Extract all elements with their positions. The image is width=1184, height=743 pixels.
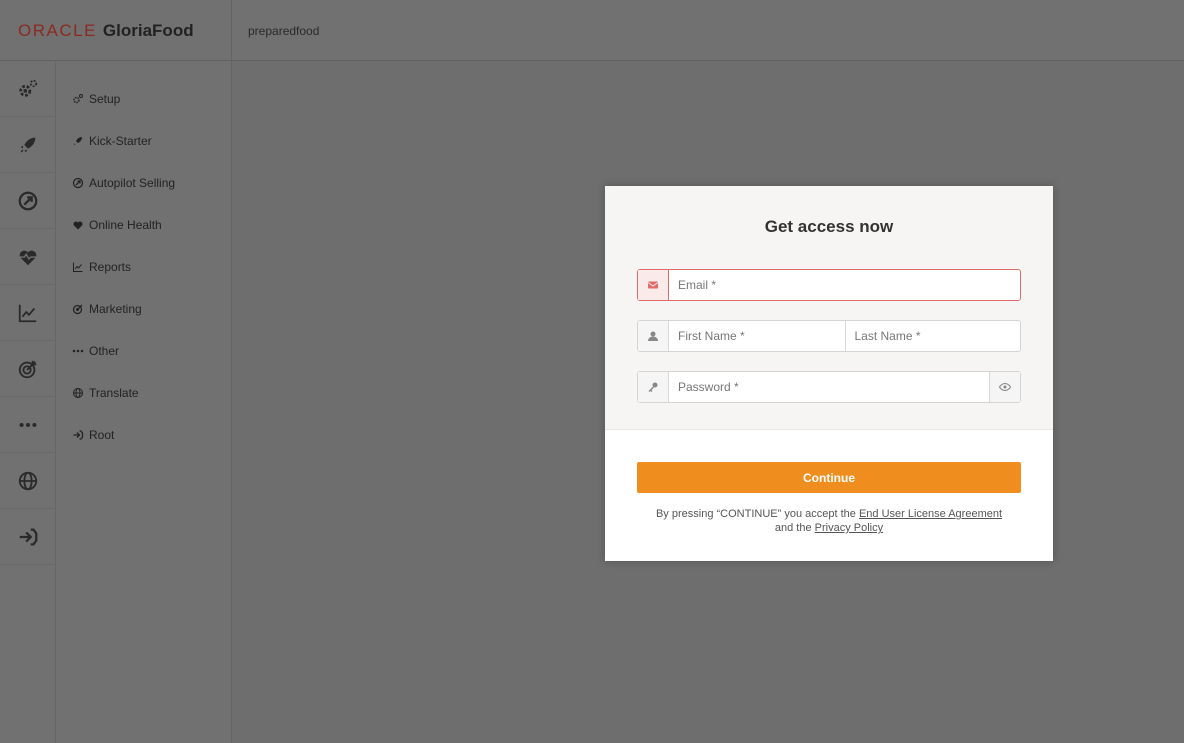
rail-item-autopilot[interactable]	[0, 173, 56, 229]
target-icon	[72, 304, 83, 315]
globe-icon	[18, 471, 38, 490]
sidebar-item-marketing[interactable]: Marketing	[56, 288, 231, 330]
sidebar-item-label: Marketing	[89, 302, 142, 316]
user-icon	[638, 321, 669, 351]
heart-pulse-icon	[19, 250, 37, 265]
sidebar-item-root[interactable]: Root	[56, 414, 231, 456]
legal-prefix: By pressing “CONTINUE” you accept the	[655, 508, 859, 520]
email-field-group	[637, 269, 1021, 301]
password-field-group	[637, 371, 1021, 403]
key-icon	[638, 372, 669, 402]
rail-item-translate[interactable]	[0, 453, 56, 509]
top-header: ORACLE GloriaFood preparedfood	[0, 0, 1184, 61]
sidebar-item-label: Translate	[89, 386, 139, 400]
rail-item-kick-starter[interactable]	[0, 117, 56, 173]
rail-item-online-health[interactable]	[0, 229, 56, 285]
sidebar-item-label: Kick-Starter	[89, 134, 152, 148]
brand-logo[interactable]: ORACLE GloriaFood	[0, 0, 232, 61]
rail-item-other[interactable]	[0, 397, 56, 453]
sidebar-item-label: Other	[89, 344, 120, 358]
autopilot-icon	[72, 177, 84, 189]
name-inputs	[669, 321, 1020, 351]
sidebar-item-reports[interactable]: Reports	[56, 246, 231, 288]
rocket-icon	[20, 137, 36, 152]
target-icon	[18, 360, 37, 378]
last-name-input[interactable]	[844, 321, 1020, 351]
envelope-icon	[638, 270, 669, 300]
password-input[interactable]	[669, 372, 989, 402]
sidebar-item-label: Reports	[89, 260, 132, 274]
sidebar-item-translate[interactable]: Translate	[56, 372, 231, 414]
globe-icon	[73, 388, 83, 398]
modal-title: Get access now	[764, 217, 894, 236]
rail-item-marketing[interactable]	[0, 341, 56, 397]
continue-button[interactable]: Continue	[637, 462, 1021, 493]
sidebar-item-other[interactable]: Other	[56, 330, 231, 372]
legal-middle: and the	[774, 522, 815, 534]
autopilot-icon	[18, 191, 38, 210]
sidebar-menu: Setup Kick-Starter Autopilot Selling Onl…	[56, 61, 232, 743]
gears-icon	[19, 79, 38, 97]
more-dots-icon	[72, 349, 84, 353]
email-input[interactable]	[669, 270, 1020, 300]
name-field-group	[637, 320, 1021, 352]
icon-rail	[0, 61, 56, 743]
app-root: ORACLE GloriaFood preparedfood Setup Kic…	[0, 0, 1184, 743]
restaurant-name[interactable]: preparedfood	[248, 0, 319, 61]
show-password-button[interactable]	[989, 372, 1020, 402]
get-access-modal: Get access now Cont	[605, 186, 1053, 561]
heart-pulse-icon	[73, 221, 83, 230]
sidebar-item-setup[interactable]: Setup	[56, 78, 231, 120]
first-name-input[interactable]	[669, 321, 845, 351]
sidebar-item-kick-starter[interactable]: Kick-Starter	[56, 120, 231, 162]
brand-oracle-text: ORACLE	[18, 20, 97, 40]
sign-in-icon	[19, 528, 38, 545]
sidebar-item-autopilot-selling[interactable]: Autopilot Selling	[56, 162, 231, 204]
legal-notice: By pressing “CONTINUE” you accept the En…	[605, 507, 1053, 535]
rocket-icon	[74, 137, 82, 145]
sign-in-icon	[73, 430, 84, 440]
gears-icon	[73, 94, 83, 104]
brand-gloriafood-text: GloriaFood	[102, 20, 194, 40]
chart-line-icon	[18, 304, 37, 322]
sidebar-item-label: Online Health	[89, 218, 162, 232]
rail-item-setup[interactable]	[0, 61, 56, 117]
sidebar-item-label: Setup	[89, 92, 121, 106]
rail-item-root[interactable]	[0, 509, 56, 565]
rail-item-reports[interactable]	[0, 285, 56, 341]
sidebar-item-label: Root	[89, 428, 115, 442]
sidebar-item-label: Autopilot Selling	[89, 176, 176, 190]
sidebar-item-online-health[interactable]: Online Health	[56, 204, 231, 246]
privacy-policy-link[interactable]: Privacy Policy	[815, 522, 883, 534]
chart-line-icon	[73, 262, 83, 272]
eula-link[interactable]: End User License Agreement	[859, 508, 1002, 520]
more-dots-icon	[19, 422, 37, 427]
eye-icon	[999, 382, 1011, 392]
